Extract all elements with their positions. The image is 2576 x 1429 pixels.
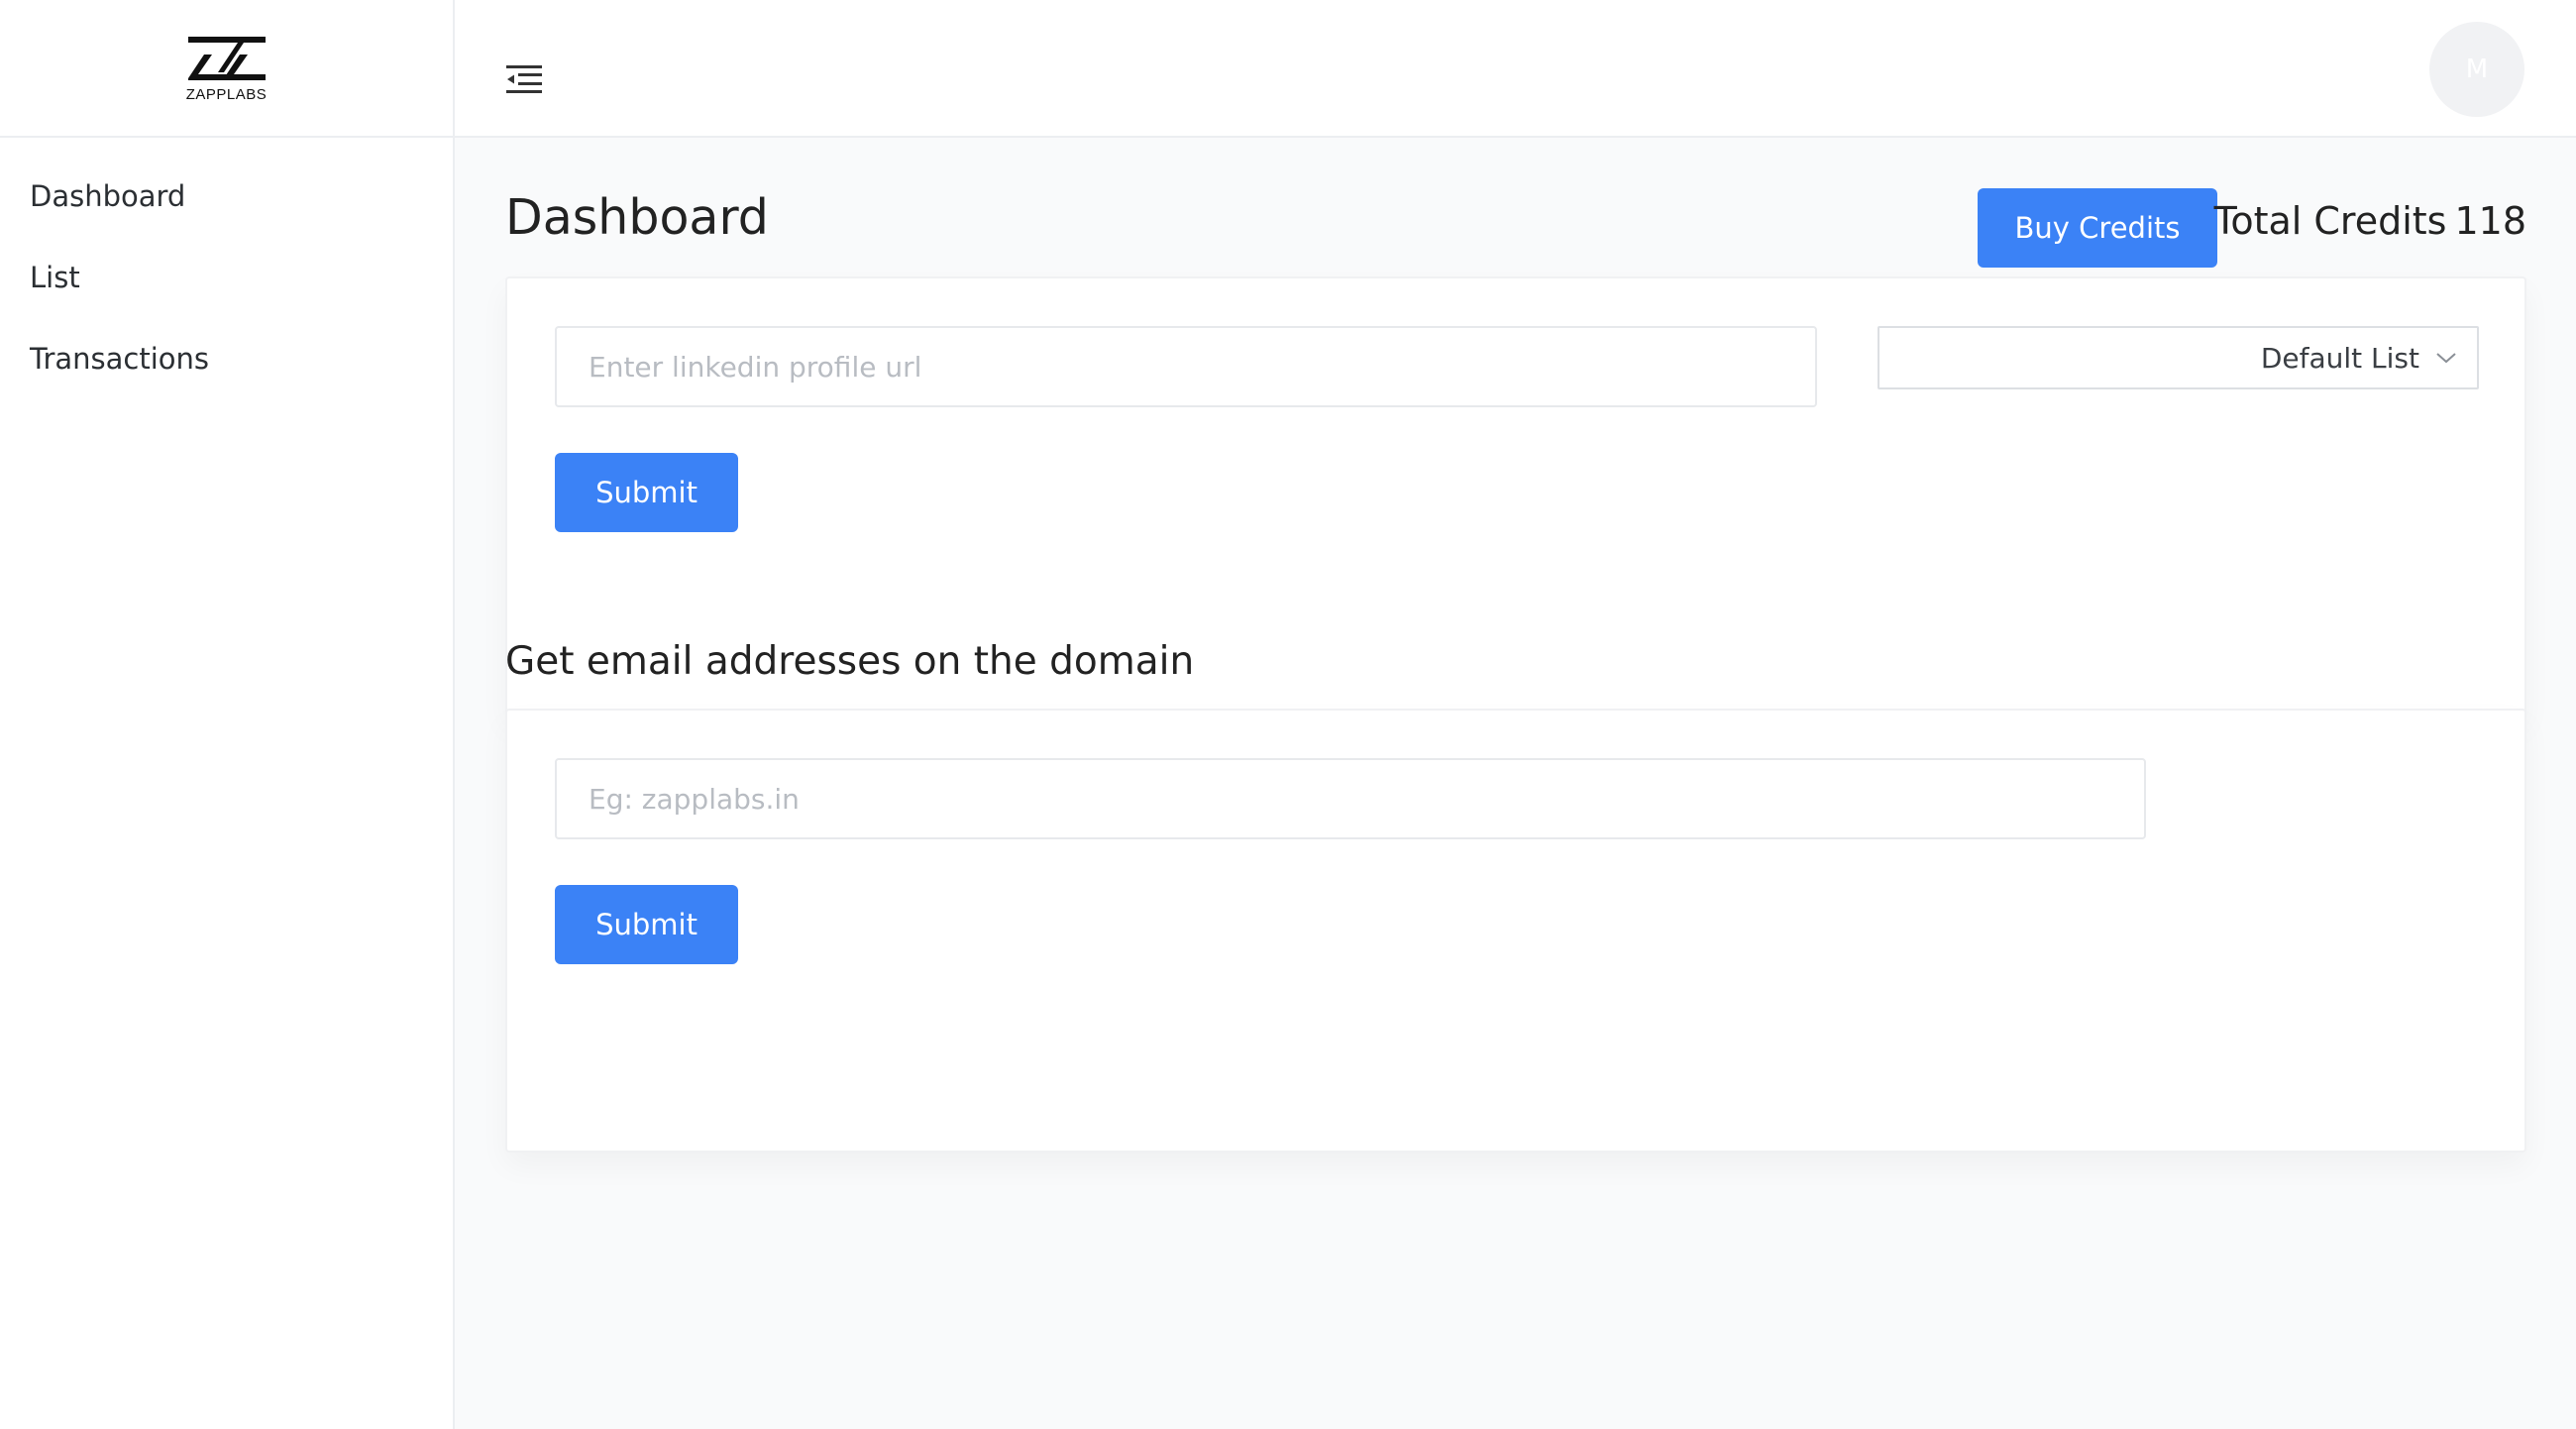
list-select[interactable]: Default List [1878,326,2479,389]
linkedin-url-input[interactable] [555,326,1817,407]
linkedin-submit-button[interactable]: Submit [555,453,738,532]
sidebar-item-list[interactable]: List [0,237,453,318]
brand-name: ZAPPLABS [185,86,268,103]
credits-label: Total Credits [2213,199,2447,243]
brand-logo[interactable]: ZAPPLABS [0,0,453,138]
domain-submit-button[interactable]: Submit [555,885,738,964]
domain-input[interactable] [555,758,2146,839]
user-avatar[interactable]: M [2429,22,2524,117]
list-select-value: Default List [2260,341,2419,375]
total-credits: Total Credits 118 [2214,199,2526,243]
sidebar-item-transactions[interactable]: Transactions [0,318,453,399]
sidebar-item-dashboard[interactable]: Dashboard [0,156,453,237]
credits-value: 118 [2454,199,2526,243]
chevron-down-icon [2436,353,2456,364]
domain-section-title: Get email addresses on the domain [505,639,1195,684]
menu-collapse-icon[interactable] [506,63,542,95]
top-header: M [455,0,2576,138]
avatar-initial: M [2465,55,2489,84]
sidebar-nav: Dashboard List Transactions [0,138,453,399]
app-root: ZAPPLABS Dashboard List Transactions M D… [0,0,2576,1429]
domain-card: Submit [505,709,2526,1153]
page-title: Dashboard [505,189,769,246]
buy-credits-button[interactable]: Buy Credits [1978,188,2217,268]
sidebar: ZAPPLABS Dashboard List Transactions [0,0,455,1429]
zapplabs-logo-icon [187,37,266,80]
main-content: Dashboard Buy Credits Total Credits118 D… [455,138,2576,1429]
